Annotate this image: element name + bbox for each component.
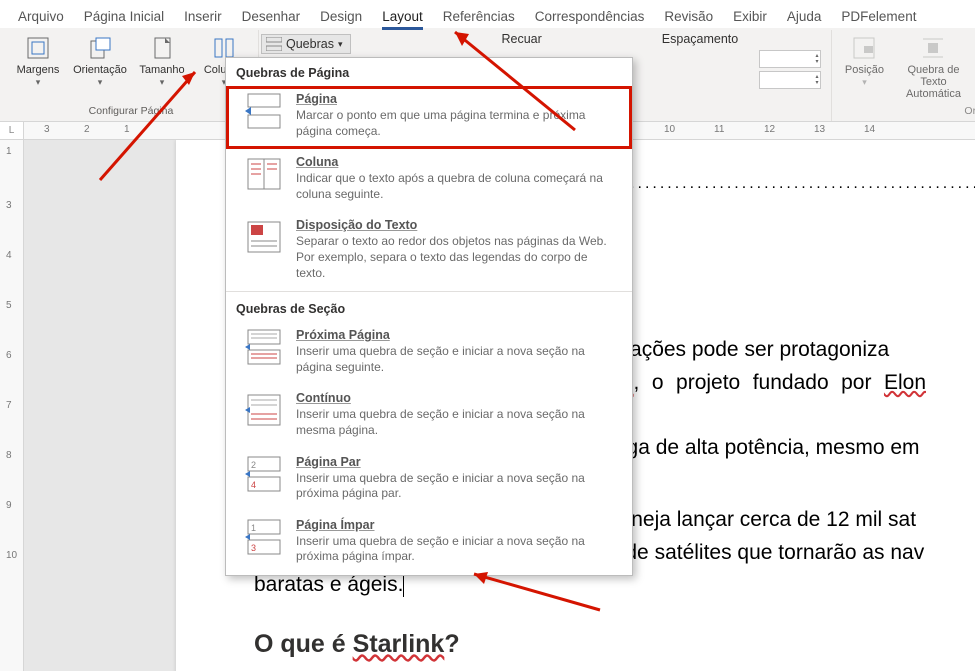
quebras-dropdown: Quebras de Página Página Marcar o ponto … bbox=[225, 57, 633, 576]
espacamento-label: Espaçamento bbox=[662, 32, 738, 46]
tab-ajuda[interactable]: Ajuda bbox=[777, 5, 832, 28]
dd-disposicao-title: Disposição do Texto bbox=[296, 218, 616, 232]
tab-desenhar[interactable]: Desenhar bbox=[232, 5, 311, 28]
dd-item-coluna[interactable]: Coluna Indicar que o texto após a quebra… bbox=[226, 149, 632, 212]
menu-tabs: Arquivo Página Inicial Inserir Desenhar … bbox=[0, 0, 975, 28]
dd-impar-title: Página Ímpar bbox=[296, 518, 616, 532]
tab-correspondencias[interactable]: Correspondências bbox=[525, 5, 655, 28]
ruler-corner[interactable]: L bbox=[0, 122, 24, 139]
margens-button[interactable]: Margens ▾ bbox=[10, 32, 66, 100]
dd-item-continuo[interactable]: Contínuo Inserir uma quebra de seção e i… bbox=[226, 385, 632, 448]
margins-icon bbox=[24, 34, 52, 62]
continuous-section-icon bbox=[244, 391, 284, 429]
breaks-icon bbox=[266, 37, 282, 51]
text-wrap-icon bbox=[919, 34, 947, 62]
dd-header-secao: Quebras de Seção bbox=[226, 291, 632, 322]
quebra-texto-button[interactable]: Quebra de Texto Automática bbox=[896, 32, 970, 100]
orientacao-label: Orientação bbox=[73, 64, 127, 76]
chevron-down-icon: ▾ bbox=[338, 39, 343, 50]
dd-item-disposicao[interactable]: Disposição do Texto Separar o texto ao r… bbox=[226, 212, 632, 291]
margens-label: Margens bbox=[17, 64, 60, 76]
text-wrapping-break-icon bbox=[244, 218, 284, 256]
dd-coluna-title: Coluna bbox=[296, 155, 616, 169]
dd-header-pagina: Quebras de Página bbox=[226, 58, 632, 86]
tab-arquivo[interactable]: Arquivo bbox=[8, 5, 74, 28]
spacing-after-input[interactable]: ▴▾ bbox=[759, 71, 821, 89]
tab-inserir[interactable]: Inserir bbox=[174, 5, 232, 28]
tamanho-label: Tamanho bbox=[139, 64, 184, 76]
dd-pagina-desc: Marcar o ponto em que uma página termina… bbox=[296, 108, 616, 139]
even-page-section-icon: 24 bbox=[244, 455, 284, 493]
dd-disposicao-desc: Separar o texto ao redor dos objetos nas… bbox=[296, 234, 616, 281]
tab-layout[interactable]: Layout bbox=[372, 5, 433, 28]
quebra-texto-label: Quebra de Texto Automática bbox=[896, 64, 970, 100]
dd-item-proxima-pagina[interactable]: Próxima Página Inserir uma quebra de seç… bbox=[226, 322, 632, 385]
orientation-icon bbox=[86, 34, 114, 62]
orientacao-button[interactable]: Orientação ▾ bbox=[72, 32, 128, 100]
tab-revisao[interactable]: Revisão bbox=[654, 5, 723, 28]
svg-text:1: 1 bbox=[251, 523, 256, 533]
svg-text:3: 3 bbox=[251, 543, 256, 553]
dd-proxima-desc: Inserir uma quebra de seção e iniciar a … bbox=[296, 344, 616, 375]
group-label-configurar: Configurar Página bbox=[89, 105, 174, 119]
dd-item-pagina-impar[interactable]: 13 Página Ímpar Inserir uma quebra de se… bbox=[226, 512, 632, 575]
page-break-icon bbox=[244, 92, 284, 130]
dd-item-pagina-par[interactable]: 24 Página Par Inserir uma quebra de seçã… bbox=[226, 449, 632, 512]
dd-par-desc: Inserir uma quebra de seção e iniciar a … bbox=[296, 471, 616, 502]
posicao-button[interactable]: Posição ▾ bbox=[838, 32, 890, 100]
next-page-section-icon bbox=[244, 328, 284, 366]
tab-pagina-inicial[interactable]: Página Inicial bbox=[74, 5, 174, 28]
column-break-icon bbox=[244, 155, 284, 193]
dd-impar-desc: Inserir uma quebra de seção e iniciar a … bbox=[296, 534, 616, 565]
quebras-label: Quebras bbox=[286, 37, 334, 51]
tab-design[interactable]: Design bbox=[310, 5, 372, 28]
tab-exibir[interactable]: Exibir bbox=[723, 5, 777, 28]
dd-par-title: Página Par bbox=[296, 455, 616, 469]
spacing-before-input[interactable]: ▴▾ bbox=[759, 50, 821, 68]
size-icon bbox=[148, 34, 176, 62]
group-organizar: Posição ▾ Quebra de Texto Automática Ava… bbox=[832, 30, 975, 121]
dd-proxima-title: Próxima Página bbox=[296, 328, 616, 342]
group-configurar-pagina: Margens ▾ Orientação ▾ Tamanho ▾ bbox=[4, 30, 259, 121]
group-label-organizar: Organizar bbox=[964, 105, 975, 119]
dd-continuo-desc: Inserir uma quebra de seção e iniciar a … bbox=[296, 407, 616, 438]
tamanho-button[interactable]: Tamanho ▾ bbox=[134, 32, 190, 100]
dd-item-pagina[interactable]: Página Marcar o ponto em que uma página … bbox=[226, 86, 632, 149]
dd-continuo-title: Contínuo bbox=[296, 391, 616, 405]
position-icon bbox=[850, 34, 878, 62]
odd-page-section-icon: 13 bbox=[244, 518, 284, 556]
dd-pagina-title: Página bbox=[296, 92, 616, 106]
tab-referencias[interactable]: Referências bbox=[433, 5, 525, 28]
dd-coluna-desc: Indicar que o texto após a quebra de col… bbox=[296, 171, 616, 202]
ruler-vertical[interactable]: 1 3 4 5 6 7 8 9 10 bbox=[0, 140, 24, 671]
posicao-label: Posição bbox=[845, 64, 884, 76]
tab-pdfelement[interactable]: PDFelement bbox=[831, 5, 926, 28]
recuar-label: Recuar bbox=[501, 32, 541, 46]
doc-heading-2: O que é Starlink? bbox=[254, 630, 926, 659]
quebras-button[interactable]: Quebras ▾ bbox=[261, 34, 351, 54]
svg-text:4: 4 bbox=[251, 480, 256, 490]
text-cursor bbox=[403, 575, 404, 597]
svg-text:2: 2 bbox=[251, 460, 256, 470]
